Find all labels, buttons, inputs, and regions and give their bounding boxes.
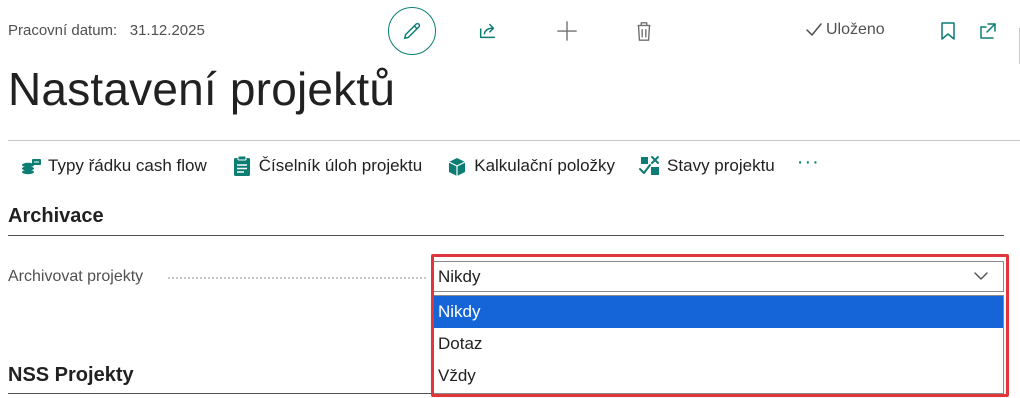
section-divider [8, 235, 1004, 236]
check-icon [806, 23, 822, 36]
delete-button[interactable] [632, 19, 656, 43]
action-label: Číselník úloh projektu [258, 156, 423, 175]
box-icon [446, 155, 468, 177]
action-cash-flow-line-types[interactable]: Typy řádku cash flow [20, 155, 207, 177]
archive-projects-label: Archivovat projekty [8, 268, 144, 285]
share-button[interactable] [476, 19, 500, 43]
open-new-window-button[interactable] [976, 19, 1000, 43]
section-divider [8, 393, 433, 394]
archive-projects-dropdown: Nikdy Dotaz Vždy [433, 295, 1004, 394]
bookmark-button[interactable] [936, 19, 960, 43]
option-always[interactable]: Vždy [434, 360, 1003, 392]
save-status-text: Uloženo [826, 21, 885, 38]
action-project-statuses[interactable]: Stavy projektu [639, 155, 775, 177]
archive-projects-select[interactable]: Nikdy [433, 261, 1004, 292]
field-leader-dots [168, 277, 426, 279]
edit-button[interactable] [388, 7, 436, 55]
work-date: Pracovní datum: 31.12.2025 [8, 22, 205, 39]
title-divider [8, 140, 1020, 141]
action-label: Typy řádku cash flow [48, 156, 207, 175]
section-title-nss-projects: NSS Projekty [8, 364, 134, 386]
cash-flow-icon [20, 155, 42, 177]
option-never[interactable]: Nikdy [434, 296, 1003, 328]
work-date-value: 31.12.2025 [129, 22, 205, 39]
page-title: Nastavení projektů [8, 63, 396, 115]
pencil-icon [403, 22, 421, 40]
action-project-task-codes[interactable]: Číselník úloh projektu [231, 155, 422, 177]
action-label: Stavy projektu [667, 156, 775, 175]
bookmark-icon [941, 22, 955, 40]
action-label: Kalkulační položky [474, 156, 616, 175]
open-in-new-window-icon [980, 23, 996, 39]
top-bar: Pracovní datum: 31.12.2025 Uloženo [0, 0, 1020, 64]
section-title-archive: Archivace [8, 205, 104, 227]
plus-icon [557, 21, 577, 41]
status-icon [639, 155, 661, 177]
action-costing-items[interactable]: Kalkulační položky [446, 155, 615, 177]
chevron-down-icon [974, 272, 988, 280]
option-ask[interactable]: Dotaz [434, 328, 1003, 360]
more-actions-button[interactable]: ··· [797, 151, 820, 174]
clipboard-icon [231, 155, 253, 177]
select-value: Nikdy [438, 266, 481, 286]
work-date-label: Pracovní datum: [8, 22, 118, 39]
trash-icon [637, 22, 651, 41]
save-status: Uloženo [805, 21, 885, 39]
share-icon [479, 23, 496, 39]
new-button[interactable] [555, 19, 579, 43]
action-bar: Typy řádku cash flow Číselník úloh proje… [20, 151, 820, 180]
